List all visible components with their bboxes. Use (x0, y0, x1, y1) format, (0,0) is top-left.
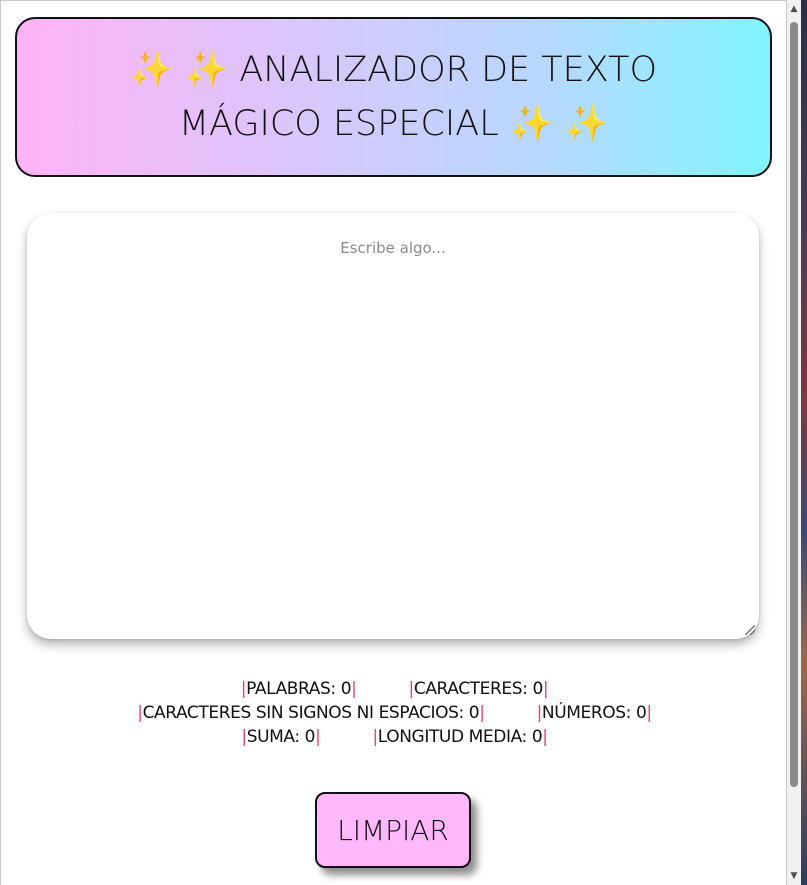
words-count: PALABRAS: 0 (246, 679, 352, 699)
separator: | (351, 679, 357, 699)
characters-count: CARACTERES: 0 (413, 679, 543, 699)
separator: | (479, 703, 485, 723)
text-input[interactable] (27, 213, 759, 639)
characters-no-signs-count: CARACTERES SIN SIGNOS NI ESPACIOS: 0 (142, 703, 480, 723)
stats-panel: |PALABRAS: 0| |CARACTERES: 0| |CARACTERE… (1, 677, 788, 749)
stats-row-3: |SUMA: 0| |LONGITUD MEDIA: 0| (1, 725, 788, 749)
text-input-container (27, 213, 759, 639)
page-title: ✨ ✨ ANALIZADOR DE TEXTO MÁGICO ESPECIAL … (94, 43, 694, 151)
sparkles-left-icon: ✨ ✨ (129, 50, 229, 90)
stat-numbers: |NÚMEROS: 0| (537, 703, 653, 723)
numbers-count: NÚMEROS: 0 (541, 703, 647, 723)
separator: | (542, 679, 549, 699)
sum-value: SUMA: 0 (246, 727, 316, 747)
stat-average-length: |LONGITUD MEDIA: 0| (372, 727, 548, 747)
sparkles-right-icon: ✨ ✨ (509, 104, 609, 144)
separator: | (542, 727, 548, 747)
resize-handle-icon[interactable] (745, 625, 755, 635)
page: ✨ ✨ ANALIZADOR DE TEXTO MÁGICO ESPECIAL … (0, 0, 787, 885)
scroll-down-icon[interactable]: ▼ (787, 869, 801, 883)
separator: | (646, 703, 652, 723)
stats-row-2: |CARACTERES SIN SIGNOS NI ESPACIOS: 0| |… (1, 701, 788, 725)
clear-button[interactable]: LIMPIAR (315, 792, 471, 868)
stat-characters-no-signs: |CARACTERES SIN SIGNOS NI ESPACIOS: 0| (137, 703, 485, 723)
stat-sum: |SUMA: 0| (241, 727, 320, 747)
header-banner: ✨ ✨ ANALIZADOR DE TEXTO MÁGICO ESPECIAL … (15, 17, 772, 177)
stats-row-1: |PALABRAS: 0| |CARACTERES: 0| (1, 677, 788, 701)
separator: | (315, 727, 321, 747)
vertical-scrollbar[interactable]: ▲ ▼ (787, 0, 801, 885)
scroll-thumb[interactable] (790, 22, 798, 787)
stat-characters: |CARACTERES: 0| (409, 679, 549, 699)
scroll-up-icon[interactable]: ▲ (787, 2, 801, 16)
stat-words: |PALABRAS: 0| (241, 679, 357, 699)
average-length-value: LONGITUD MEDIA: 0 (377, 727, 543, 747)
